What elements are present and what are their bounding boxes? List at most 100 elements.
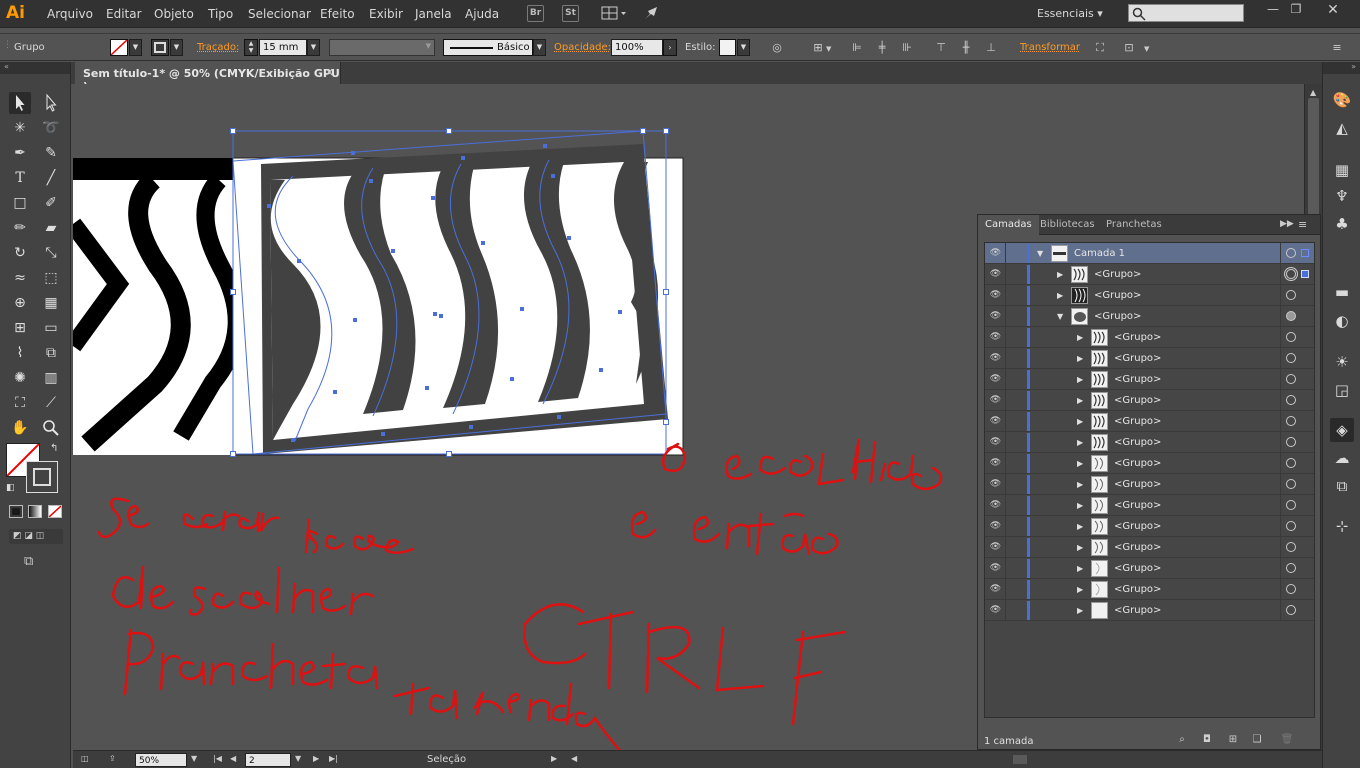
visibility-eye-icon[interactable]: 👁 — [989, 583, 1002, 596]
sublayer-row[interactable]: 👁 ▶ <Grupo> — [985, 264, 1314, 285]
search-input[interactable] — [1128, 4, 1244, 22]
clipping-mask-icon[interactable]: ◘ — [1200, 734, 1214, 746]
scroll-up-icon[interactable]: ▲ — [1310, 88, 1316, 97]
expand-triangle-icon[interactable]: ▶ — [1077, 500, 1087, 511]
opacity-input[interactable]: 100% — [611, 39, 663, 56]
scale-tool-icon[interactable]: ⤡ — [40, 242, 62, 264]
brush-definition[interactable]: Básico — [443, 39, 533, 56]
target-circle-icon[interactable] — [1286, 290, 1296, 300]
selection-tool-icon[interactable] — [9, 92, 31, 114]
graphic-style-swatch[interactable] — [719, 39, 736, 56]
align-center-vertical-icon[interactable]: ╫ — [959, 41, 973, 55]
expand-panel-icon[interactable]: ▶▶ — [1280, 219, 1294, 229]
screen-mode-icon[interactable]: ⧉ — [24, 554, 33, 569]
new-layer-icon[interactable]: ❏ — [1250, 734, 1264, 746]
previous-artboard-icon[interactable]: ◀ — [230, 754, 236, 763]
align-top-icon[interactable]: ⊤ — [934, 41, 948, 55]
fill-dropdown[interactable]: ▼ — [129, 39, 142, 56]
menu-editar[interactable]: Editar — [106, 7, 142, 21]
type-tool-icon[interactable]: T — [9, 167, 31, 189]
new-sublayer-icon[interactable]: ⊞ — [1226, 734, 1240, 746]
menu-selecionar[interactable]: Selecionar — [248, 7, 311, 21]
swap-colors-icon[interactable]: ↰ — [50, 443, 58, 454]
visibility-eye-icon[interactable]: 👁 — [989, 247, 1002, 260]
layer-name[interactable]: <Grupo> — [1114, 605, 1161, 616]
gpu-rocket-icon[interactable] — [642, 5, 662, 22]
target-circle-icon[interactable] — [1286, 353, 1296, 363]
align-right-icon[interactable]: ⊪ — [900, 41, 914, 55]
stock-icon[interactable]: St — [562, 5, 579, 22]
expand-triangle-icon[interactable]: ▶ — [1077, 563, 1087, 574]
mesh-tool-icon[interactable]: ⊞ — [9, 317, 31, 339]
last-artboard-icon[interactable]: ▶| — [329, 754, 338, 763]
layer-name[interactable]: <Grupo> — [1094, 269, 1141, 280]
symbols-panel-icon[interactable]: ♣ — [1330, 212, 1354, 236]
layer-row[interactable]: 👁 ▼ Camada 1 — [985, 243, 1314, 264]
tab-bibliotecas[interactable]: Bibliotecas — [1033, 215, 1102, 235]
sublayer-row[interactable]: 👁 ▶ <Grupo> — [985, 327, 1314, 348]
layer-name[interactable]: Camada 1 — [1074, 248, 1125, 259]
warp-tool-icon[interactable]: ≈ — [9, 267, 31, 289]
visibility-eye-icon[interactable]: 👁 — [989, 478, 1002, 491]
sublayer-row[interactable]: 👁 ▶ <Grupo> — [985, 474, 1314, 495]
stroke-weight-input[interactable]: 15 mm — [259, 39, 307, 56]
target-circle-icon[interactable] — [1286, 416, 1296, 426]
color-mode-icon[interactable] — [9, 505, 23, 518]
gradient-panel-icon[interactable]: ◐ — [1330, 309, 1354, 333]
visibility-eye-icon[interactable]: 👁 — [989, 331, 1002, 344]
current-tool-status[interactable]: Seleção — [427, 754, 466, 765]
graphic-styles-icon[interactable]: ◲ — [1330, 378, 1354, 402]
collapse-triangle-icon[interactable]: ▼ — [1037, 248, 1047, 259]
layer-name[interactable]: <Grupo> — [1094, 311, 1141, 322]
brushes-panel-icon[interactable]: ♆ — [1330, 184, 1354, 208]
menu-efeito[interactable]: Efeito — [320, 7, 355, 21]
tab-pranchetas[interactable]: Pranchetas — [1099, 215, 1169, 235]
stroke-weight-label[interactable]: Traçado: — [197, 42, 239, 53]
sublayer-row[interactable]: 👁 ▶ <Grupo> — [985, 579, 1314, 600]
target-circle-icon[interactable] — [1286, 584, 1296, 594]
sublayer-row[interactable]: 👁 ▶ <Grupo> — [985, 537, 1314, 558]
layer-name[interactable]: <Grupo> — [1114, 521, 1161, 532]
panel-menu-icon[interactable]: ≡ — [1330, 41, 1344, 55]
cc-libraries-icon[interactable]: ☁ — [1330, 446, 1354, 470]
stroke-dropdown[interactable]: ▼ — [170, 39, 183, 56]
eyedropper-tool-icon[interactable]: ⌇ — [9, 342, 31, 364]
menu-ajuda[interactable]: Ajuda — [465, 7, 499, 21]
zoom-tool-icon[interactable] — [40, 417, 62, 439]
expand-triangle-icon[interactable]: ▶ — [1077, 416, 1087, 427]
artboard-dropdown[interactable]: ▼ — [295, 754, 301, 763]
hand-tool-icon[interactable]: ✋ — [9, 417, 31, 439]
visibility-eye-icon[interactable]: 👁 — [989, 562, 1002, 575]
target-circle-icon[interactable] — [1286, 500, 1296, 510]
chevron-down-icon[interactable]: ▼ — [826, 45, 831, 53]
close-icon[interactable]: ✕ — [325, 66, 334, 79]
expand-triangle-icon[interactable]: ▶ — [1077, 605, 1087, 616]
layer-name[interactable]: <Grupo> — [1114, 437, 1161, 448]
sublayer-row[interactable]: 👁 ▼ <Grupo> — [985, 306, 1314, 327]
locate-object-icon[interactable]: ⌕ — [1175, 734, 1189, 746]
sublayer-row[interactable]: 👁 ▶ <Grupo> — [985, 369, 1314, 390]
panel-menu-icon[interactable]: ≡ — [1298, 218, 1307, 231]
perspective-grid-tool-icon[interactable]: ▦ — [40, 292, 62, 314]
align-bottom-icon[interactable]: ⊥ — [984, 41, 998, 55]
blend-tool-icon[interactable]: ⧉ — [40, 342, 62, 364]
sublayer-row[interactable]: 👁 ▶ <Grupo> — [985, 600, 1314, 621]
drawing-modes-icon[interactable]: ◩ ◪ ◫ — [9, 529, 63, 544]
status-menu-icon[interactable]: ▶ — [551, 754, 557, 763]
layer-name[interactable]: <Grupo> — [1114, 500, 1161, 511]
stroke-weight-stepper[interactable]: ▲ ▼ — [244, 39, 258, 56]
target-circle-icon[interactable] — [1286, 269, 1296, 279]
menu-objeto[interactable]: Objeto — [154, 7, 194, 21]
opacity-slider-button[interactable]: › — [663, 39, 677, 56]
target-circle-icon[interactable] — [1286, 458, 1296, 468]
visibility-eye-icon[interactable]: 👁 — [989, 268, 1002, 281]
arrange-documents-icon[interactable] — [601, 6, 627, 21]
export-icon[interactable]: ⇪ — [109, 754, 116, 763]
target-circle-icon[interactable] — [1286, 332, 1296, 342]
target-circle-icon[interactable] — [1286, 605, 1296, 615]
visibility-eye-icon[interactable]: 👁 — [989, 289, 1002, 302]
layer-name[interactable]: <Grupo> — [1114, 353, 1161, 364]
target-circle-icon[interactable] — [1286, 311, 1296, 321]
expand-triangle-icon[interactable]: ▶ — [1077, 353, 1087, 364]
recolor-artwork-icon[interactable]: ◎ — [770, 41, 784, 55]
